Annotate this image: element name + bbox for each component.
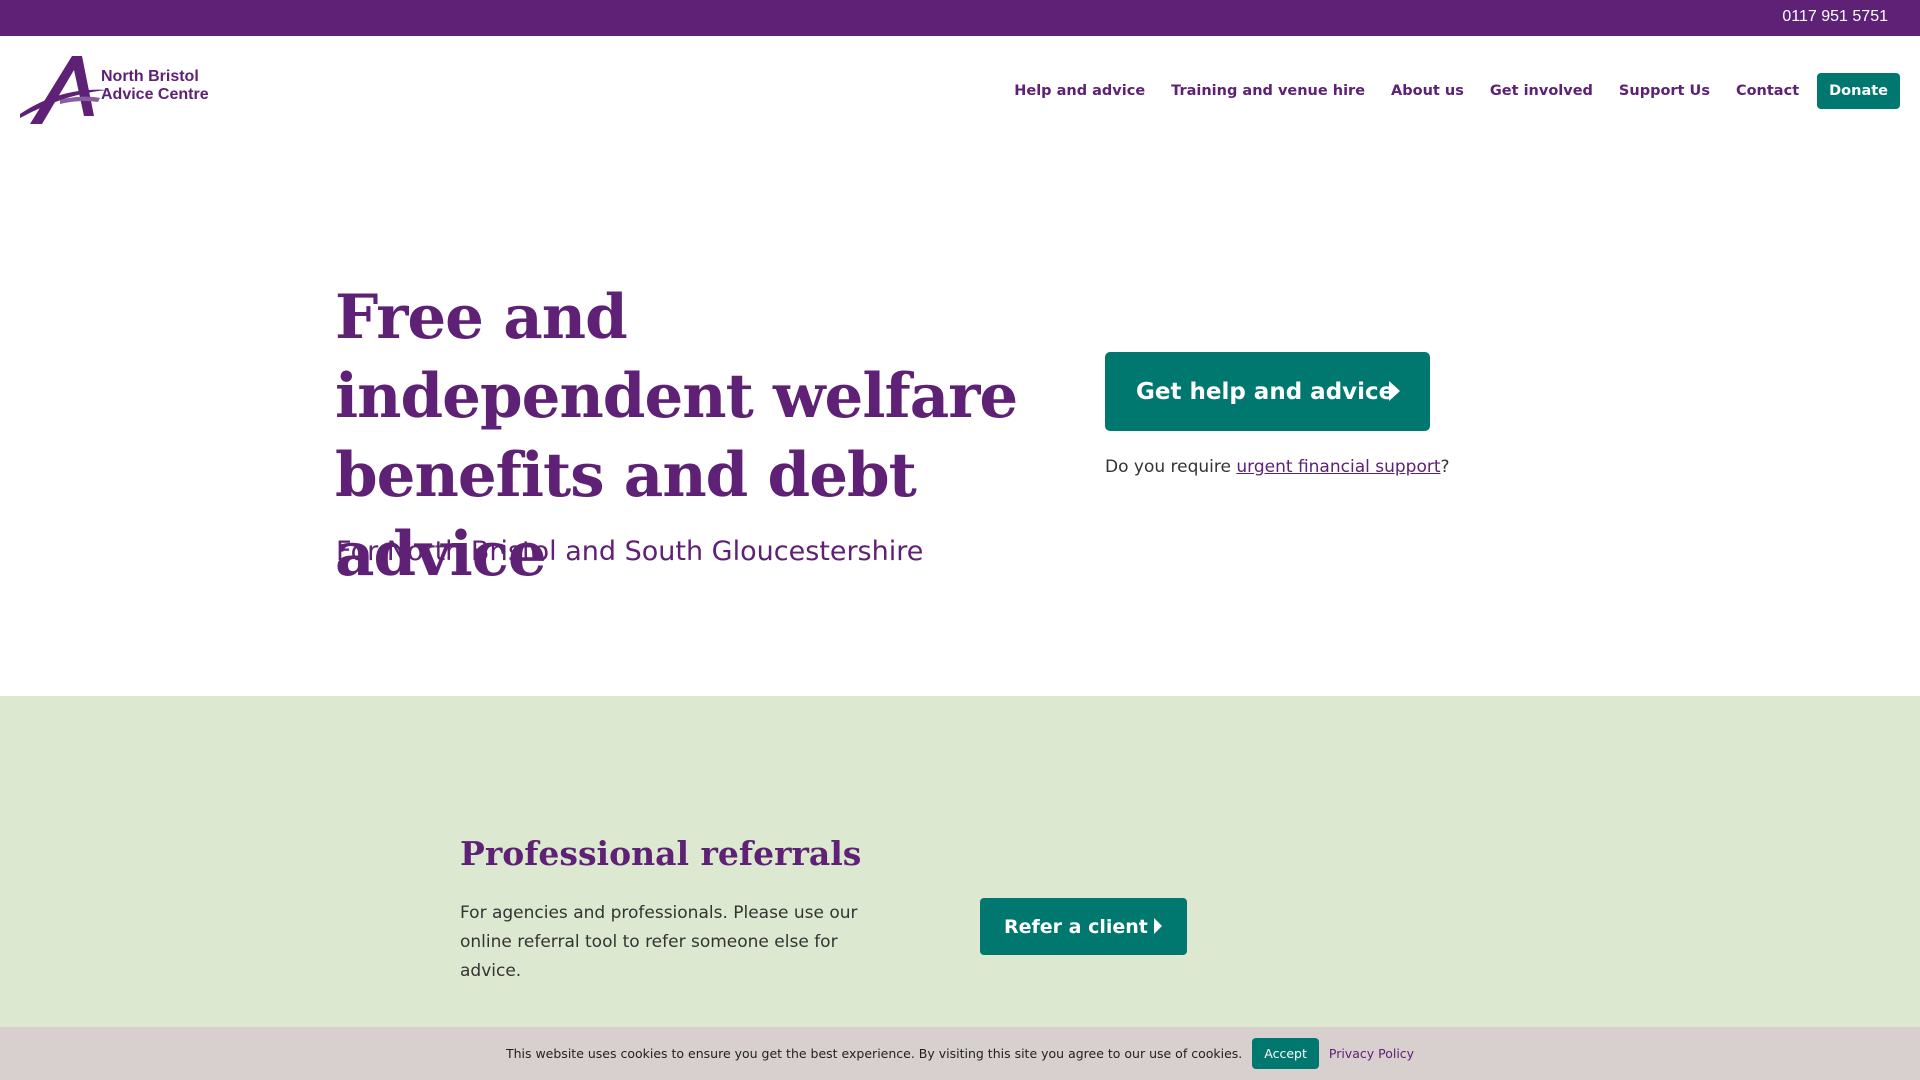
urgent-suffix: ?: [1440, 457, 1450, 477]
nav-training-and-venue-hire[interactable]: Training and venue hire: [1171, 83, 1365, 99]
get-help-button-label: Get help and advice: [1136, 378, 1395, 405]
urgent-prefix: Do you require: [1105, 457, 1237, 477]
cookie-banner: This website uses cookies to ensure you …: [0, 1027, 1920, 1080]
hero-subtitle: For North Bristol and South Gloucestersh…: [336, 536, 924, 567]
get-help-button[interactable]: Get help and advice: [1105, 352, 1430, 431]
logo-text: North Bristol Advice Centre: [101, 68, 209, 104]
nav-contact[interactable]: Contact: [1736, 83, 1799, 99]
referrals-text: For agencies and professionals. Please u…: [460, 903, 858, 981]
referrals-title: Professional referrals: [460, 834, 862, 873]
nav-help-and-advice[interactable]: Help and advice: [1014, 83, 1145, 99]
privacy-policy-link[interactable]: Privacy Policy: [1329, 1046, 1414, 1061]
arrow-right-icon: [1389, 381, 1400, 401]
logo-line-2: Advice Centre: [101, 86, 209, 103]
referrals-section: [0, 696, 1920, 1080]
urgent-support-text: Do you require urgent financial support?: [1105, 457, 1450, 477]
logo-line-1: North Bristol: [101, 68, 199, 85]
nav-get-involved[interactable]: Get involved: [1490, 83, 1593, 99]
nav-about-us[interactable]: About us: [1391, 83, 1464, 99]
refer-client-button-label: Refer a client: [1004, 915, 1148, 938]
urgent-financial-support-link[interactable]: urgent financial support: [1236, 457, 1440, 477]
arrow-right-icon: [1154, 918, 1162, 934]
top-bar: 0117 951 5751: [0, 0, 1920, 36]
site-header: North Bristol Advice Centre Help and adv…: [0, 36, 1920, 146]
nav-support-us[interactable]: Support Us: [1619, 83, 1710, 99]
donate-button[interactable]: Donate: [1817, 73, 1900, 109]
refer-client-button[interactable]: Refer a client: [980, 898, 1187, 955]
phone-number[interactable]: 0117 951 5751: [1782, 8, 1888, 26]
cookie-accept-button[interactable]: Accept: [1252, 1038, 1319, 1069]
main-nav: Help and advice Training and venue hire …: [1014, 72, 1900, 110]
cookie-message: This website uses cookies to ensure you …: [505, 1046, 1243, 1061]
